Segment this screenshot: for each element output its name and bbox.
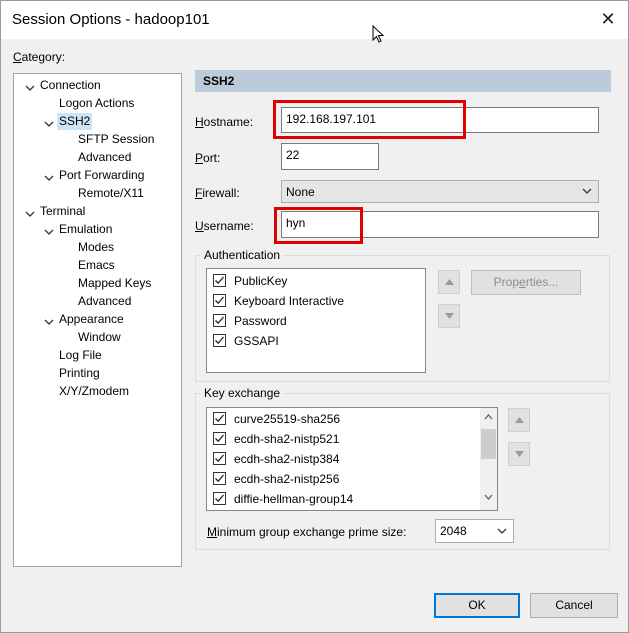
checkmark-icon xyxy=(215,276,224,285)
tree-item-ssh2-advanced[interactable]: Advanced xyxy=(78,149,131,166)
min-prime-size-select[interactable]: 2048 xyxy=(435,519,514,543)
firewall-label: Firewall: xyxy=(195,186,240,200)
chevron-down-icon[interactable] xyxy=(43,172,55,184)
checkbox[interactable] xyxy=(213,492,226,505)
checkmark-icon xyxy=(215,414,224,423)
tree-item-port-forwarding[interactable]: Port Forwarding xyxy=(59,167,144,184)
tree-item-sftp-session[interactable]: SFTP Session xyxy=(78,131,154,148)
tree-item-terminal[interactable]: Terminal xyxy=(40,203,85,220)
checkmark-icon xyxy=(215,474,224,483)
checkbox[interactable] xyxy=(213,334,226,347)
checkmark-icon xyxy=(215,296,224,305)
tree-item-logon-actions[interactable]: Logon Actions xyxy=(59,95,134,112)
tree-item-xyzmodem[interactable]: X/Y/Zmodem xyxy=(59,383,129,400)
min-prime-size-value: 2048 xyxy=(440,524,467,538)
min-prime-size-label: Minimum group exchange prime size: xyxy=(207,525,407,539)
triangle-down-icon xyxy=(515,451,524,457)
tree-item-printing[interactable]: Printing xyxy=(59,365,100,382)
checkbox[interactable] xyxy=(213,452,226,465)
ok-button[interactable]: OK xyxy=(434,593,520,618)
title-bar: Session Options - hadoop101 ✕ xyxy=(1,1,628,43)
tree-item-window[interactable]: Window xyxy=(78,329,121,346)
chevron-down-icon[interactable] xyxy=(24,208,36,220)
tree-item-log-file[interactable]: Log File xyxy=(59,347,102,364)
username-label: Username: xyxy=(195,219,254,233)
authentication-list[interactable]: PublicKey Keyboard Interactive Password … xyxy=(206,268,426,373)
highlight-box-hostname xyxy=(273,100,466,139)
chevron-down-icon xyxy=(582,188,592,194)
tree-item-emacs[interactable]: Emacs xyxy=(78,257,115,274)
session-options-dialog: Session Options - hadoop101 ✕ Category: … xyxy=(0,0,629,633)
triangle-down-icon xyxy=(445,313,454,319)
properties-button[interactable]: Properties... xyxy=(471,270,581,295)
triangle-up-icon xyxy=(515,417,524,423)
tree-item-ssh2[interactable]: SSH2 xyxy=(57,113,93,130)
category-tree[interactable]: Connection Logon Actions SSH2 SFTP Sessi… xyxy=(13,73,182,567)
port-label: Port: xyxy=(195,151,221,165)
checkbox[interactable] xyxy=(213,294,226,307)
key-exchange-group-title: Key exchange xyxy=(201,386,284,400)
checkmark-icon xyxy=(215,336,224,345)
scroll-up-icon[interactable] xyxy=(484,414,493,420)
kex-move-down-button[interactable] xyxy=(508,442,530,466)
category-label: Category: xyxy=(13,50,66,64)
tree-item-mapped-keys[interactable]: Mapped Keys xyxy=(78,275,151,292)
section-header: SSH2 xyxy=(195,70,611,92)
window-title: Session Options - hadoop101 xyxy=(12,11,210,28)
cancel-button[interactable]: Cancel xyxy=(530,593,618,618)
tree-item-emulation[interactable]: Emulation xyxy=(59,221,112,238)
highlight-box-username xyxy=(274,207,363,244)
firewall-select-value: None xyxy=(286,185,315,199)
close-icon[interactable]: ✕ xyxy=(597,7,619,31)
tree-item-remote-x11[interactable]: Remote/X11 xyxy=(78,185,144,202)
mouse-cursor-icon xyxy=(372,25,384,43)
kex-move-up-button[interactable] xyxy=(508,408,530,432)
auth-move-down-button[interactable] xyxy=(438,304,460,328)
port-field[interactable]: 22 xyxy=(281,143,379,170)
checkbox[interactable] xyxy=(213,432,226,445)
chevron-down-icon[interactable] xyxy=(43,226,55,238)
checkmark-icon xyxy=(215,494,224,503)
chevron-down-icon xyxy=(497,528,507,534)
chevron-down-icon[interactable] xyxy=(43,316,55,328)
checkmark-icon xyxy=(215,454,224,463)
tree-item-emulation-advanced[interactable]: Advanced xyxy=(78,293,131,310)
chevron-down-icon[interactable] xyxy=(24,82,36,94)
checkbox[interactable] xyxy=(213,314,226,327)
checkbox[interactable] xyxy=(213,472,226,485)
checkmark-icon xyxy=(215,316,224,325)
chevron-down-icon[interactable] xyxy=(43,118,55,130)
checkmark-icon xyxy=(215,434,224,443)
tree-item-modes[interactable]: Modes xyxy=(78,239,114,256)
section-header-title: SSH2 xyxy=(203,74,235,88)
key-exchange-scrollbar[interactable] xyxy=(480,408,497,510)
tree-item-connection[interactable]: Connection xyxy=(40,77,101,94)
checkbox[interactable] xyxy=(213,274,226,287)
authentication-group-title: Authentication xyxy=(201,248,284,262)
key-exchange-list[interactable]: curve25519-sha256 ecdh-sha2-nistp521 ecd… xyxy=(206,407,498,511)
tree-item-appearance[interactable]: Appearance xyxy=(59,311,124,328)
checkbox[interactable] xyxy=(213,412,226,425)
scrollbar-thumb[interactable] xyxy=(481,429,496,459)
firewall-select[interactable]: None xyxy=(281,180,599,203)
hostname-label: Hostname: xyxy=(195,115,254,129)
auth-move-up-button[interactable] xyxy=(438,270,460,294)
scroll-down-icon[interactable] xyxy=(484,494,493,500)
triangle-up-icon xyxy=(445,279,454,285)
